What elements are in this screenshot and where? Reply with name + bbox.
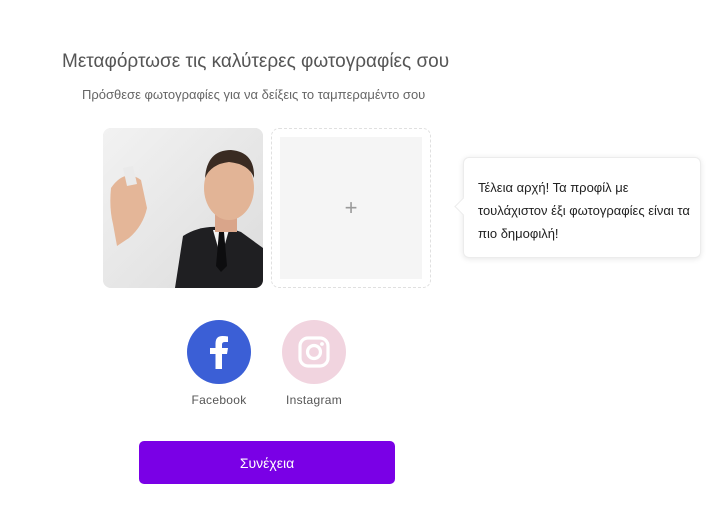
tip-bubble: Τέλεια αρχή! Τα προφίλ με τουλάχιστον έξ… — [454, 157, 701, 258]
tip-text: Τέλεια αρχή! Τα προφίλ με τουλάχιστον έξ… — [478, 180, 690, 241]
facebook-icon[interactable] — [187, 320, 251, 384]
instagram-icon[interactable] — [282, 320, 346, 384]
uploaded-photo[interactable] — [103, 128, 263, 288]
instagram-import-button[interactable]: Instagram — [274, 320, 354, 407]
profile-photo-image — [103, 128, 263, 288]
plus-icon: + — [344, 195, 358, 220]
facebook-label: Facebook — [191, 393, 247, 407]
continue-button[interactable]: Συνέχεια — [139, 441, 395, 484]
tip-arrow — [454, 197, 473, 216]
instagram-label: Instagram — [285, 393, 343, 407]
add-photo-slot[interactable]: + — [271, 128, 431, 288]
page-title: Μεταφόρτωσε τις καλύτερες φωτογραφίες σο… — [62, 51, 450, 72]
page-subtitle: Πρόσθεσε φωτογραφίες για να δείξεις το τ… — [82, 87, 426, 102]
facebook-import-button[interactable]: Facebook — [179, 320, 259, 407]
add-photo-placeholder: + — [280, 137, 422, 279]
